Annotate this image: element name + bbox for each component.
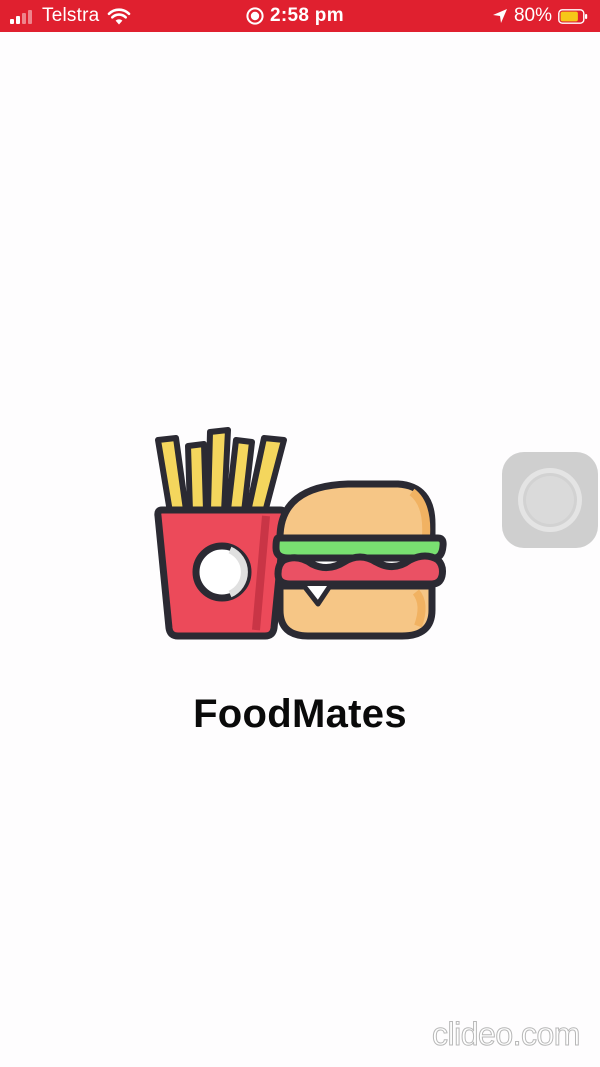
carrier-name: Telstra	[42, 5, 100, 26]
assistive-touch-dot	[526, 476, 574, 524]
assistive-touch-button[interactable]	[502, 452, 598, 548]
location-arrow-icon	[492, 9, 507, 23]
wifi-icon	[108, 8, 131, 25]
burger-patty	[274, 552, 446, 588]
screen-recording-icon	[246, 7, 264, 25]
burger-top-bun	[276, 480, 436, 542]
battery-icon	[558, 8, 588, 24]
app-name: FoodMates	[193, 692, 407, 736]
status-center: 2:58 pm	[246, 0, 344, 32]
battery-percent: 80%	[513, 5, 552, 26]
fries-sticks	[155, 427, 287, 519]
watermark: clideo.com	[432, 1016, 581, 1053]
fries-and-burger-icon	[154, 427, 447, 640]
status-left: Telstra	[10, 0, 131, 32]
status-right: 80%	[492, 0, 588, 32]
burger-bottom-bun	[276, 582, 436, 640]
status-time: 2:58 pm	[270, 5, 344, 26]
cellular-signal-icon	[10, 8, 34, 24]
status-bar: Telstra 2:58 pm 80%	[0, 0, 600, 32]
